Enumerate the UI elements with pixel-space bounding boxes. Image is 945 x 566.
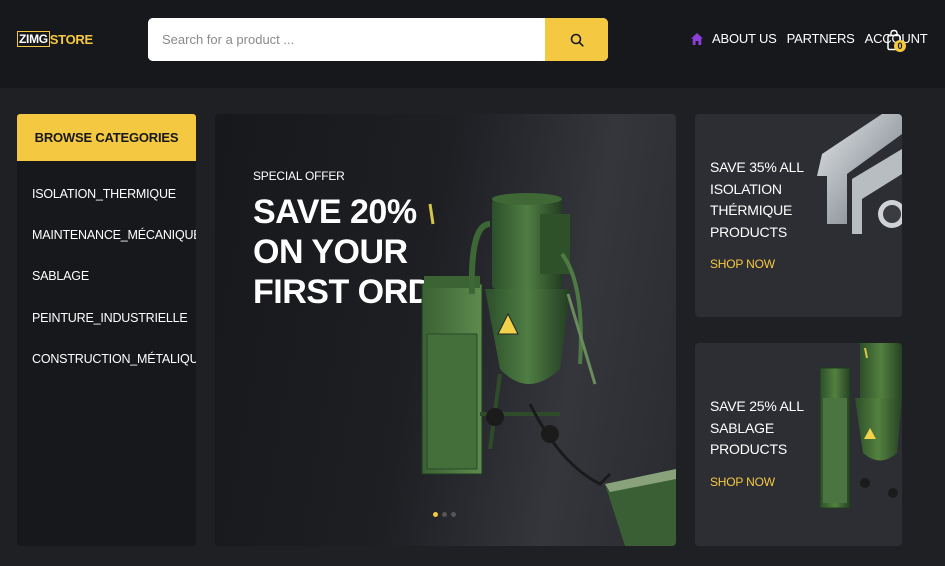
carousel-dot-2[interactable] <box>442 512 447 517</box>
promo-card-isolation[interactable]: SAVE 35% ALL ISOLATION THÉRMIQUE PRODUCT… <box>695 114 902 317</box>
cart-button[interactable]: 0 <box>886 29 908 55</box>
home-icon[interactable] <box>690 32 704 46</box>
search-icon <box>570 33 584 47</box>
search-bar <box>148 18 608 61</box>
category-isolation-thermique[interactable]: ISOLATION_THERMIQUE <box>17 173 196 214</box>
store-logo[interactable]: ZIMG STORE <box>17 31 93 47</box>
cart-count-badge: 0 <box>894 40 906 52</box>
search-input[interactable] <box>148 18 544 61</box>
sandblasting-machine-image <box>421 193 676 546</box>
hero-eyebrow: SPECIAL OFFER <box>253 169 345 183</box>
promo-title-isolation: SAVE 35% ALL ISOLATION THÉRMIQUE PRODUCT… <box>710 159 804 240</box>
shop-now-link-sablage[interactable]: SHOP NOW <box>710 475 775 489</box>
category-peinture-industrielle[interactable]: PEINTURE_INDUSTRIELLE <box>17 297 196 338</box>
category-list: ISOLATION_THERMIQUE MAINTENANCE_MÉCANIQU… <box>17 173 196 380</box>
category-construction-metalique[interactable]: CONSTRUCTION_MÉTALIQUE <box>17 339 196 380</box>
hero-banner[interactable]: SPECIAL OFFER SAVE 20% ON YOUR FIRST ORD… <box>215 114 676 546</box>
sablage-machine-image <box>819 343 902 509</box>
steel-beams-image <box>817 114 902 234</box>
nav-about-us[interactable]: ABOUT US <box>712 31 777 46</box>
logo-store: STORE <box>49 31 93 47</box>
logo-zimg: ZIMG <box>17 31 50 47</box>
search-button[interactable] <box>545 18 608 61</box>
carousel-dot-1[interactable] <box>433 512 438 517</box>
category-sidebar: BROWSE CATEGORIES ISOLATION_THERMIQUE MA… <box>17 114 196 546</box>
browse-categories-header[interactable]: BROWSE CATEGORIES <box>17 114 196 161</box>
promo-card-sablage[interactable]: SAVE 25% ALL SABLAGE PRODUCTS SHOP NOW <box>695 343 902 546</box>
top-bar: ZIMG STORE ABOUT US PARTNERS ACCOUNT 0 <box>0 0 945 88</box>
category-sablage[interactable]: SABLAGE <box>17 256 196 297</box>
shop-now-link-isolation[interactable]: SHOP NOW <box>710 257 775 271</box>
nav-partners[interactable]: PARTNERS <box>787 31 855 46</box>
category-maintenance-mecanique[interactable]: MAINTENANCE_MÉCANIQUE <box>17 214 196 255</box>
carousel-dot-3[interactable] <box>451 512 456 517</box>
carousel-dots <box>433 512 456 517</box>
promo-title-sablage: SAVE 25% ALL SABLAGE PRODUCTS <box>710 398 804 457</box>
